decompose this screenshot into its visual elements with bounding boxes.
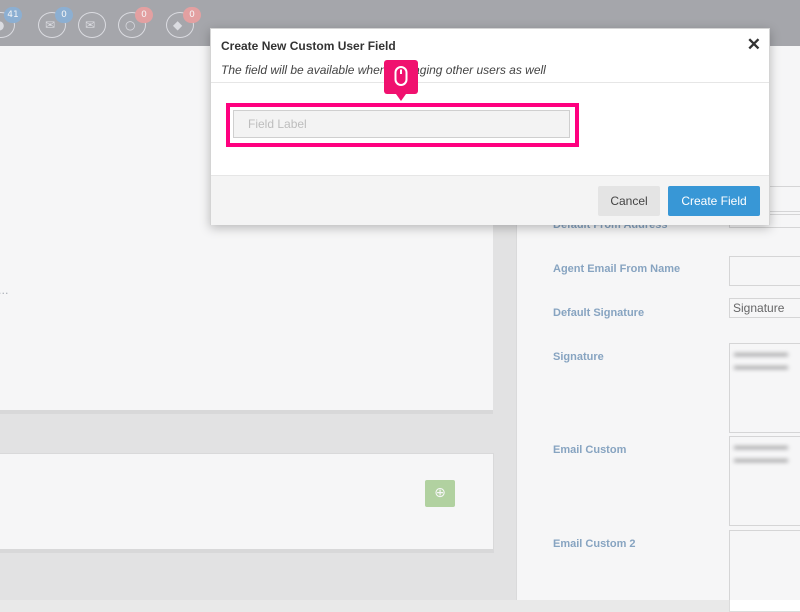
close-icon[interactable]: ✕ [747, 35, 761, 55]
mouse-icon [394, 66, 408, 86]
field-label-input[interactable] [233, 110, 570, 138]
create-field-button[interactable]: Create Field [668, 186, 760, 216]
click-indicator [384, 60, 418, 101]
dialog-title: Create New Custom User Field [221, 39, 396, 53]
cancel-button[interactable]: Cancel [598, 186, 660, 216]
dialog-header: Create New Custom User Field The field w… [211, 29, 769, 83]
dialog-footer: Cancel Create Field [211, 175, 769, 225]
create-custom-field-dialog: Create New Custom User Field The field w… [210, 28, 770, 225]
field-label-highlight [226, 103, 579, 147]
